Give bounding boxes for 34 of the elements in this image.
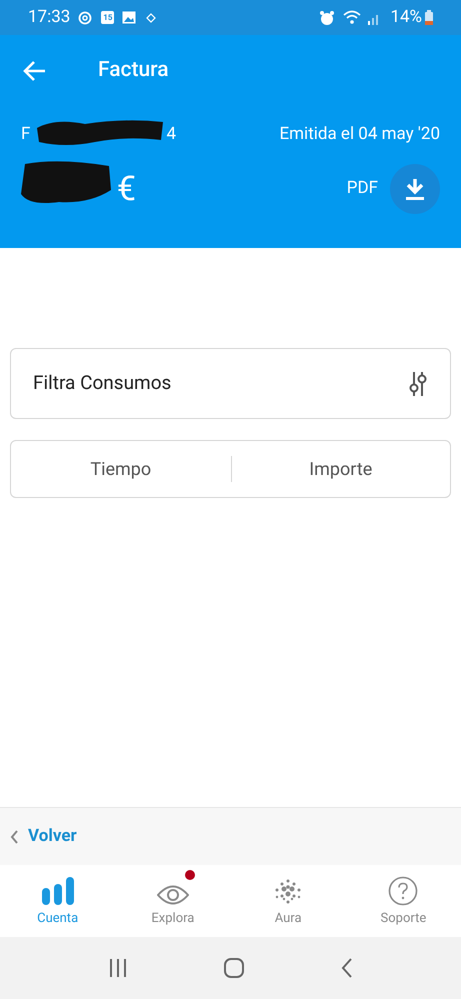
filter-button[interactable]: Filtra Consumos	[10, 348, 451, 419]
eye-icon	[156, 884, 189, 906]
page-title: Factura	[98, 57, 169, 84]
clock: 17:33	[28, 6, 70, 29]
nav-tab[interactable]: Soporte	[346, 865, 461, 937]
alarm-icon	[319, 10, 336, 26]
chevron-left-icon	[10, 830, 19, 844]
calendar-icon: 15	[101, 11, 114, 24]
download-button[interactable]	[390, 164, 440, 214]
back-link[interactable]: Volver	[10, 824, 77, 850]
dots-icon	[273, 878, 304, 906]
issue-date: Emitida el 04 may '20	[279, 123, 440, 146]
image-icon	[122, 11, 136, 24]
nav-tab[interactable]: Cuenta	[0, 865, 116, 937]
sliders-icon	[408, 370, 428, 396]
segment-tab[interactable]: Tiempo	[11, 441, 230, 497]
battery-level: 14%	[390, 6, 422, 29]
home-icon[interactable]	[224, 958, 244, 978]
pdf-label: PDF	[346, 177, 378, 200]
invoice-number-end: 4	[166, 123, 176, 146]
download-icon	[405, 177, 425, 201]
wifi-icon	[343, 10, 362, 25]
invoice-number: F	[21, 123, 30, 146]
bar-chart-icon	[40, 876, 75, 906]
amount-currency: €	[116, 172, 136, 206]
sync-icon	[78, 10, 92, 24]
back-icon[interactable]	[340, 958, 353, 978]
nav-tab[interactable]: Aura	[230, 865, 346, 937]
diamond-icon	[146, 12, 156, 22]
recents-icon[interactable]	[108, 959, 128, 977]
battery-icon	[425, 10, 433, 25]
help-icon	[388, 876, 418, 906]
segment-tab[interactable]: Importe	[232, 441, 450, 497]
nav-tab[interactable]: Explora	[115, 865, 230, 937]
